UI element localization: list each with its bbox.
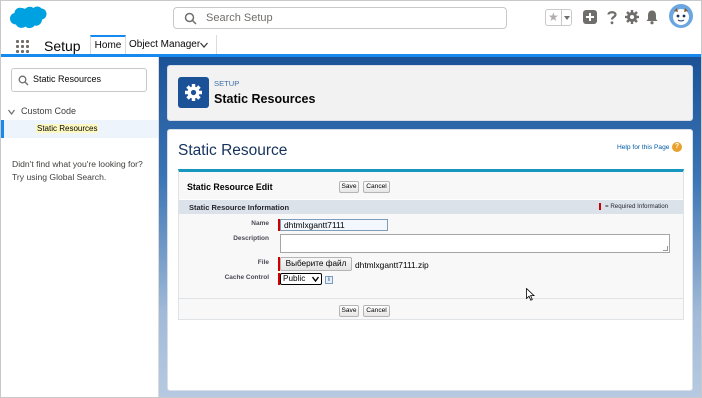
astro-avatar[interactable] [669,4,693,28]
info-icon[interactable]: i [325,276,333,284]
save-button[interactable]: Save [339,181,359,193]
description-field[interactable] [280,234,670,253]
tab-home[interactable]: Home [90,35,126,54]
global-header: Search Setup ★ [1,1,701,35]
help-for-page-link[interactable]: Help for this Page [617,144,669,151]
save-button-bottom[interactable]: Save [339,305,359,317]
tab-divider [216,35,217,54]
cache-control-select[interactable]: Public [280,273,322,285]
tab-object-manager[interactable]: Object Manager [129,38,200,52]
chevron-down-icon[interactable] [200,42,208,48]
edit-form: Static Resource Edit Save Cancel Static … [178,169,684,320]
window-frame: Search Setup ★ Setup Home Object Manager… [0,0,702,398]
search-placeholder: Search Setup [206,12,273,24]
name-field[interactable]: dhtmlxgantt7111 [280,219,388,231]
file-label: File [257,259,269,266]
page-title: Static Resources [214,92,316,106]
astro-face-icon [673,8,689,25]
form-title: Static Resource Edit [187,182,273,192]
section-title: Static Resource Information [189,203,290,212]
tree-item-static-resources[interactable]: Static Resources [1,120,158,138]
form-divider [179,298,683,299]
mouse-cursor [526,288,535,301]
favorites-button[interactable]: ★ [545,9,572,26]
required-marker [599,203,601,210]
setup-gear-icon [178,77,209,108]
tree-item-custom-code[interactable]: Custom Code [21,106,76,116]
favorites-star-icon: ★ [548,10,559,24]
app-launcher-icon[interactable] [16,40,29,53]
cache-control-label: Cache Control [224,274,269,281]
content-card: Static Resource Help for this Page ? Sta… [167,129,693,391]
tree-item-label: Static Resources [36,124,99,133]
gear-icon[interactable] [624,9,640,25]
chevron-down-icon [312,276,319,282]
description-label: Description [233,235,269,242]
quick-find-value: Static Resources [33,74,102,84]
page-header: SETUP Static Resources [167,65,693,121]
quick-find-input[interactable]: Static Resources [11,68,147,92]
section-header: Static Resource Information = Required I… [179,199,683,214]
choose-file-button[interactable]: Выберите файл [280,257,352,271]
file-name: dhtmlxgantt7111.zip [355,260,429,270]
help-icon[interactable]: ? [672,142,682,152]
setup-sidebar: Static Resources Custom Code Static Reso… [1,57,159,397]
name-label: Name [251,220,269,227]
help-icon[interactable] [604,9,620,25]
salesforce-cloud-logo[interactable] [9,5,47,32]
app-name: Setup [44,38,81,54]
required-info-text: = Required Information [605,203,669,210]
cancel-button-bottom[interactable]: Cancel [363,305,390,317]
cache-control-value: Public [283,274,306,283]
bell-icon[interactable] [644,9,660,25]
cancel-button[interactable]: Cancel [363,181,390,193]
search-icon [18,75,29,86]
add-icon[interactable] [582,9,598,25]
favorites-dropdown[interactable] [561,10,572,25]
chevron-down-icon[interactable] [8,109,15,115]
card-title: Static Resource [178,142,288,159]
search-icon [184,12,197,25]
sidebar-help-text: Didn't find what you're looking for? Try… [12,159,143,182]
global-search[interactable]: Search Setup [173,7,507,29]
app-nav-bar: Setup Home Object Manager [1,35,701,57]
page-overline: SETUP [214,79,240,88]
